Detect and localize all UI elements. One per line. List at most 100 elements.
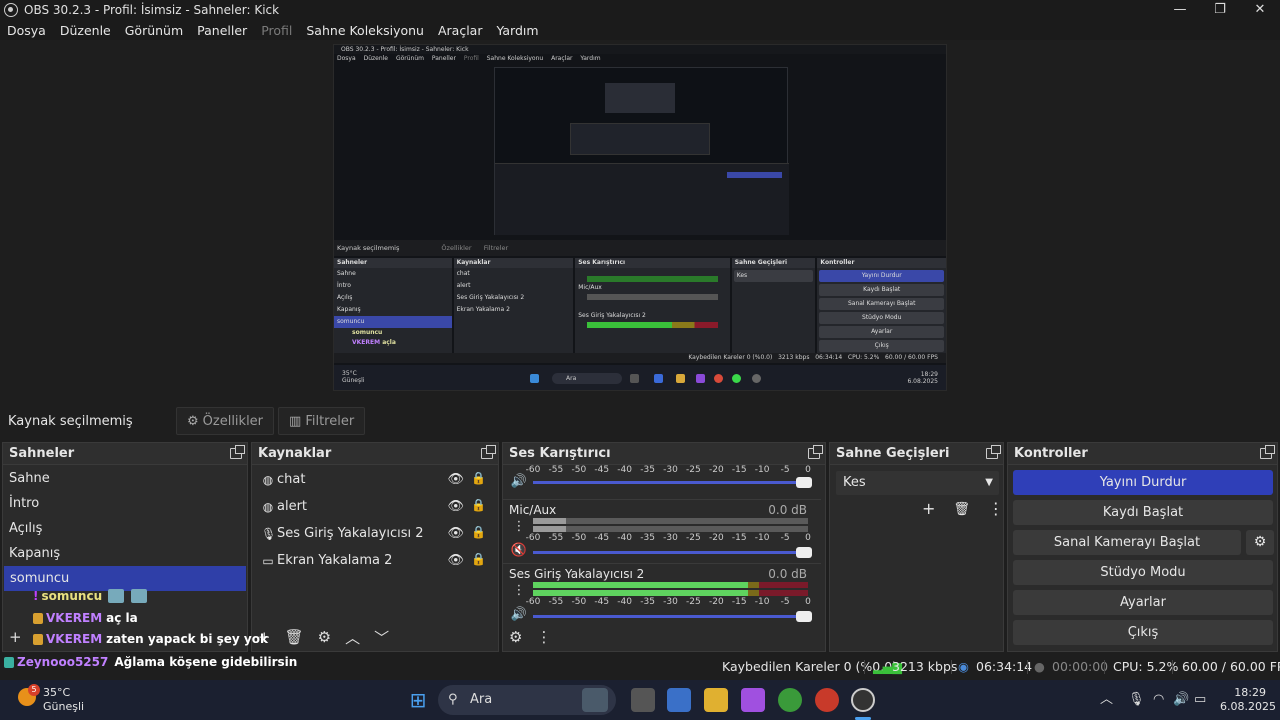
divider [1172,660,1173,674]
volume-slider[interactable] [533,611,812,622]
trash-icon[interactable]: 🗑 [953,499,970,521]
visibility-eye-icon[interactable]: 👁 [447,553,464,568]
scene-item-intro[interactable]: İntro [3,491,247,516]
nested-control-button: Sanal Kamerayı Başlat [819,298,944,310]
trash-icon[interactable]: 🗑 [285,628,304,646]
filters-button[interactable]: ▥ Filtreler [278,407,366,435]
undock-icon[interactable] [481,445,496,459]
exit-button[interactable]: Çıkış [1013,620,1273,645]
muted-speaker-icon[interactable]: 🔇 [509,543,529,558]
slider-knob[interactable] [796,611,812,622]
taskbar-search[interactable]: ⚲ Ara [438,685,616,715]
nested-panel-header: Sahneler [334,258,452,268]
gear-icon[interactable]: ⚙ [318,628,331,646]
obs-taskbar-icon[interactable] [851,688,875,712]
speaker-icon[interactable]: 🔊 [1173,680,1189,720]
volume-slider[interactable] [533,477,812,488]
chat-message: aç la [106,611,138,625]
undock-icon[interactable] [230,445,245,459]
source-item-chat[interactable]: ◍ chat 👁 🔒 [252,466,498,493]
kebab-menu-icon[interactable]: ⋮ [509,519,529,534]
menu-tools[interactable]: Araçlar [438,23,483,38]
minimize-button[interactable]: — [1160,0,1200,20]
preview-area[interactable]: OBS 30.2.3 - Profil: İsimsiz - Sahneler:… [0,40,1280,398]
undock-icon[interactable] [986,445,1001,459]
undock-icon[interactable] [1260,445,1275,459]
kebab-menu-icon[interactable]: ⋮ [536,628,551,646]
channel-name: Ses Giriş Yakalayıcısı 2 [509,567,645,581]
menu-scene-collection[interactable]: Sahne Koleksiyonu [306,23,424,38]
source-item-screen-capture[interactable]: ▭ Ekran Yakalama 2 👁 🔒 [252,547,498,574]
slider-knob[interactable] [796,477,812,488]
settings-button[interactable]: Ayarlar [1013,590,1273,615]
lock-icon[interactable]: 🔒 [471,552,486,566]
virtual-camera-settings-gear-icon[interactable]: ⚙ [1246,530,1274,555]
visibility-eye-icon[interactable]: 👁 [447,499,464,514]
visibility-eye-icon[interactable]: 👁 [447,472,464,487]
scenes-title: Sahneler [9,446,75,461]
add-transition-button[interactable]: + [922,499,935,521]
meter-tick-label: -45 [594,597,610,607]
nested-app-icon [676,374,685,383]
meter-tick-label: -35 [640,597,655,607]
close-button[interactable]: ✕ [1240,0,1280,20]
undock-icon[interactable] [808,445,823,459]
scene-item-kapanis[interactable]: Kapanış [3,541,247,566]
menu-help[interactable]: Yardım [496,23,538,38]
source-item-alert[interactable]: ◍ alert 👁 🔒 [252,493,498,520]
chevron-up-icon[interactable]: ︿ [1100,680,1113,720]
weather-widget[interactable]: 35°C Güneşli [43,686,84,714]
scene-item-sahne[interactable]: Sahne [3,466,247,491]
clock[interactable]: 18:29 6.08.2025 [1220,686,1276,714]
transition-select[interactable]: Kes ▼ [836,471,999,495]
menu-profile[interactable]: Profil [261,23,292,38]
volume-slider[interactable] [533,547,812,558]
studio-mode-button[interactable]: Stüdyo Modu [1013,560,1273,585]
start-virtual-camera-button[interactable]: Sanal Kamerayı Başlat [1013,530,1241,555]
scene-item-somuncu[interactable]: somuncu [4,566,246,591]
task-view-icon[interactable] [631,688,655,712]
transitions-title: Sahne Geçişleri [836,446,950,461]
speaker-icon[interactable]: 🔊 [509,607,529,622]
meter-tick-label: -15 [731,533,747,543]
lock-icon[interactable]: 🔒 [471,498,486,512]
nested-app-icon [714,374,723,383]
menu-edit[interactable]: Düzenle [60,23,111,38]
menu-docks[interactable]: Paneller [197,23,247,38]
kebab-menu-icon[interactable]: ⋮ [509,583,529,598]
source-item-audio-input[interactable]: 🎙 Ses Giriş Yakalayıcısı 2 👁 🔒 [252,520,498,547]
visibility-eye-icon[interactable]: 👁 [447,526,464,541]
speaker-icon[interactable]: 🔊 [509,474,529,489]
battery-icon[interactable]: ▭ [1194,680,1206,720]
slider-knob[interactable] [796,547,812,558]
start-recording-button[interactable]: Kaydı Başlat [1013,500,1273,525]
meter-tick-label: -15 [731,465,747,475]
sources-toolbar: + 🗑 ⚙ ︿ ﹀ [252,625,498,649]
menu-view[interactable]: Görünüm [125,23,183,38]
lock-icon[interactable]: 🔒 [471,525,486,539]
kebab-menu-icon[interactable]: ⋮ [988,499,1004,521]
mixer-channels[interactable]: -60 -55 -50 -45 -40 -35 -30 -25 -20 -15 -10 -5 0 🔊 M… [503,465,821,625]
mixer-settings-icon[interactable]: ⚙ [509,628,522,646]
menu-file[interactable]: Dosya [7,23,46,38]
preview-canvas[interactable]: OBS 30.2.3 - Profil: İsimsiz - Sahneler:… [333,44,947,391]
store-icon[interactable] [667,688,691,712]
chrome-icon[interactable] [778,688,802,712]
chevron-up-icon[interactable]: ︿ [345,627,360,648]
wifi-icon[interactable]: ◠ [1153,680,1164,720]
chevron-down-icon[interactable]: ﹀ [374,627,389,648]
chrome-profile-icon[interactable] [815,688,839,712]
nested-menu-item: Dosya [337,55,356,62]
channel-db: 0.0 dB [768,567,807,581]
maximize-button[interactable]: ❐ [1200,0,1240,20]
stop-streaming-button[interactable]: Yayını Durdur [1013,470,1273,495]
copilot-icon[interactable] [741,688,765,712]
properties-button[interactable]: ⚙ Özellikler [176,407,275,435]
microphone-icon[interactable]: 🎙 [1128,680,1145,720]
meter-tick-label: 0 [805,465,811,475]
scene-item-acilis[interactable]: Açılış [3,516,247,541]
lock-icon[interactable]: 🔒 [471,471,486,485]
add-scene-button[interactable]: + [9,628,22,646]
file-explorer-icon[interactable] [704,688,728,712]
windows-start-icon[interactable]: ⊞ [406,688,430,712]
